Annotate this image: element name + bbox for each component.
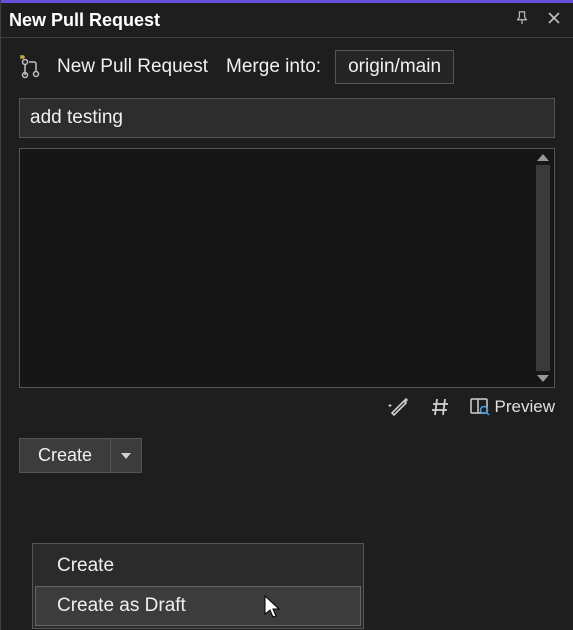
title-bar: New Pull Request [1, 0, 573, 38]
new-pull-request-icon [19, 55, 43, 79]
ai-suggest-icon[interactable] [387, 396, 411, 418]
create-dropdown-menu: Create Create as Draft [32, 543, 364, 629]
menu-item-create-as-draft[interactable]: Create as Draft [35, 586, 361, 626]
create-button[interactable]: Create [20, 439, 110, 472]
target-branch-select[interactable]: origin/main [335, 50, 454, 84]
preview-button[interactable]: Preview [469, 397, 555, 417]
pr-title-input[interactable] [19, 98, 555, 138]
create-dropdown-button[interactable] [110, 439, 141, 472]
scroll-down-icon[interactable] [537, 375, 549, 382]
close-icon[interactable] [543, 7, 565, 33]
chevron-down-icon [121, 453, 131, 459]
create-row: Create [1, 426, 573, 485]
header-row: New Pull Request Merge into: origin/main [1, 38, 573, 96]
title-input-wrap [19, 98, 555, 138]
scrollbar[interactable] [534, 151, 552, 385]
preview-label: Preview [495, 397, 555, 417]
pr-description-input[interactable] [20, 149, 532, 387]
merge-into-label: Merge into: [226, 56, 321, 78]
create-split-button: Create [19, 438, 142, 473]
header-label: New Pull Request [57, 56, 208, 78]
hash-icon[interactable] [429, 396, 451, 418]
pin-icon[interactable] [511, 7, 533, 33]
scroll-up-icon[interactable] [537, 154, 549, 161]
scroll-track[interactable] [536, 165, 550, 371]
description-toolbar: Preview [1, 388, 573, 426]
pull-request-panel: New Pull Request New Pull R [0, 0, 573, 630]
description-wrap [19, 148, 555, 388]
panel-title: New Pull Request [9, 10, 501, 31]
menu-item-create[interactable]: Create [35, 546, 361, 586]
